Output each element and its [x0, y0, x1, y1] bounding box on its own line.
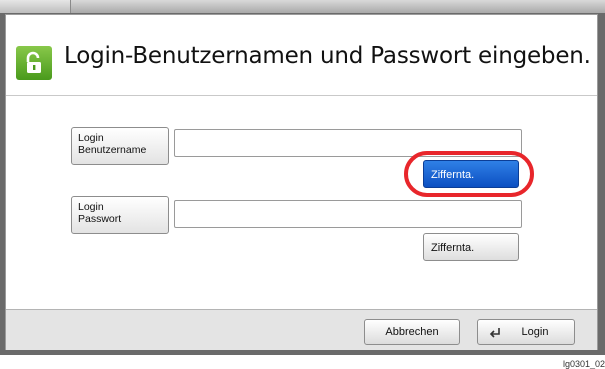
password-label-line2: Passwort	[78, 213, 122, 225]
title-strip	[0, 0, 605, 13]
login-button[interactable]: Login	[477, 319, 575, 345]
enter-return-icon	[488, 325, 502, 349]
login-panel: Login-Benutzernamen und Passwort eingebe…	[5, 14, 598, 350]
cancel-button[interactable]: Abbrechen	[364, 319, 460, 345]
username-label-line2: Benutzername	[78, 144, 147, 156]
unlocked-padlock-icon	[16, 46, 52, 80]
username-keypad-button[interactable]: Ziffernta.	[423, 160, 519, 188]
panel-header: Login-Benutzernamen und Passwort eingebe…	[6, 15, 597, 96]
username-label-line1: Login	[78, 132, 104, 144]
password-label-line1: Login	[78, 201, 104, 213]
footer-bar: Abbrechen Login	[6, 309, 597, 350]
password-field[interactable]	[174, 200, 522, 228]
form-area: Login Benutzername Ziffernta. Login Pass…	[6, 96, 597, 309]
password-label-button[interactable]: Login Passwort	[71, 196, 169, 234]
page-title: Login-Benutzernamen und Passwort eingebe…	[64, 43, 591, 69]
window-frame: Login-Benutzernamen und Passwort eingebe…	[0, 0, 605, 355]
login-button-label: Login	[521, 326, 549, 338]
username-label-button[interactable]: Login Benutzername	[71, 127, 169, 165]
image-caption: lg0301_02	[562, 359, 605, 369]
title-tab	[0, 0, 71, 13]
password-keypad-button[interactable]: Ziffernta.	[423, 233, 519, 261]
